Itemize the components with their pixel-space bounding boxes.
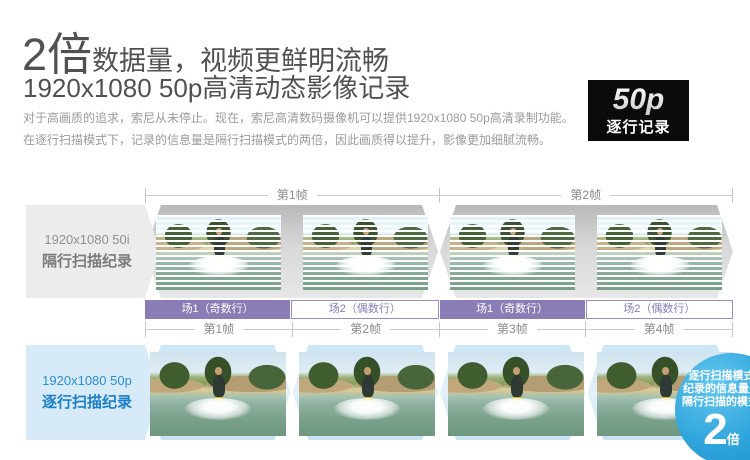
multiplier-number: 2 xyxy=(703,405,726,454)
water-splash xyxy=(483,256,543,276)
video-frame-progressive xyxy=(448,352,584,436)
bracket-frame-1: 第1帧 xyxy=(145,188,440,203)
bracket-label: 第1帧 xyxy=(268,188,317,203)
water-skier xyxy=(362,375,374,398)
bracket-frame-2: 第2帧 xyxy=(439,188,734,203)
bottom-frame-brackets: 第1帧 第2帧 第3帧 第4帧 xyxy=(145,322,733,337)
water-splash xyxy=(189,256,249,276)
water-splash xyxy=(334,398,399,420)
multiplier-badge: 逐行扫描模式 纪录的信息量是 隔行扫描的模式的 2倍 xyxy=(675,353,750,460)
water-skier xyxy=(213,375,225,398)
scene-thumbnail xyxy=(150,352,286,436)
bracket-label: 第2帧 xyxy=(341,322,390,337)
marketing-page: 2倍数据量，视频更鲜明流畅 1920x1080 50p高清动态影像记录 对于高画… xyxy=(0,0,750,460)
scene-thumbnail xyxy=(299,352,435,436)
multiplier-line-2: 纪录的信息量是 xyxy=(682,383,750,396)
scene-thumbnail xyxy=(448,352,584,436)
bracket-label: 第2帧 xyxy=(561,188,610,203)
bracket-frame-4: 第4帧 xyxy=(585,322,733,337)
field-segment-odd: 场1（奇数行） xyxy=(440,300,585,319)
water-splash xyxy=(630,256,690,276)
interlaced-frames xyxy=(156,215,722,290)
video-frame-interlaced xyxy=(597,215,722,290)
progressive-mode: 逐行扫描纪录 xyxy=(42,391,132,412)
scene-thumbnail xyxy=(303,215,428,290)
multiplier-value: 2倍 xyxy=(682,409,750,451)
water-skier xyxy=(655,235,666,255)
page-subtitle: 1920x1080 50p高清动态影像记录 xyxy=(23,68,410,105)
water-skier xyxy=(660,375,672,398)
bracket-label: 第1帧 xyxy=(195,322,244,337)
field-segment-even: 场2（偶数行） xyxy=(586,300,733,319)
top-frame-brackets: 第1帧 第2帧 xyxy=(145,188,733,203)
water-skier xyxy=(214,235,225,255)
video-frame-interlaced xyxy=(156,215,281,290)
scene-thumbnail xyxy=(156,215,281,290)
bracket-label: 第4帧 xyxy=(635,322,684,337)
water-skier xyxy=(511,375,523,398)
interlaced-row-label: 1920x1080 50i 隔行扫描纪录 xyxy=(26,205,160,298)
video-frame-interlaced xyxy=(303,215,428,290)
scene-thumbnail xyxy=(450,215,575,290)
intro-line-2: 在逐行扫描模式下，记录的信息量是隔行扫描模式的两倍，因此画质得以提升，影像更加细… xyxy=(23,129,574,151)
video-frame-progressive xyxy=(150,352,286,436)
50p-badge: 50p 逐行记录 xyxy=(588,80,689,141)
field-segment-even: 场2（偶数行） xyxy=(291,300,438,319)
progressive-frames xyxy=(150,352,733,436)
video-frame-interlaced xyxy=(450,215,575,290)
interlaced-mode: 隔行扫描纪录 xyxy=(42,250,132,271)
intro-paragraph: 对于高画质的追求，索尼从未停止。现在，索尼高清数码摄像机可以提供1920x108… xyxy=(23,107,574,151)
intro-line-1: 对于高画质的追求，索尼从未停止。现在，索尼高清数码摄像机可以提供1920x108… xyxy=(23,107,574,129)
field-band: 场1（奇数行） 场2（偶数行） 场1（奇数行） 场2（偶数行） xyxy=(145,300,733,319)
bracket-frame-3: 第3帧 xyxy=(439,322,587,337)
bracket-frame-1: 第1帧 xyxy=(145,322,293,337)
bracket-label: 第3帧 xyxy=(488,322,537,337)
water-splash xyxy=(336,256,396,276)
50p-badge-title: 50p xyxy=(613,85,665,115)
progressive-resolution: 1920x1080 50p xyxy=(42,373,132,388)
water-splash xyxy=(483,398,548,420)
multiplier-line-1: 逐行扫描模式 xyxy=(682,370,750,383)
multiplier-unit: 倍 xyxy=(727,432,740,447)
video-frame-progressive xyxy=(299,352,435,436)
progressive-row-label: 1920x1080 50p 逐行扫描纪录 xyxy=(26,345,160,440)
scene-thumbnail xyxy=(597,215,722,290)
field-segment-odd: 场1（奇数行） xyxy=(145,300,290,319)
water-splash xyxy=(185,398,250,420)
bracket-frame-2: 第2帧 xyxy=(292,322,440,337)
interlaced-resolution: 1920x1080 50i xyxy=(44,232,129,247)
50p-badge-subtitle: 逐行记录 xyxy=(606,116,670,137)
water-skier xyxy=(361,235,372,255)
water-skier xyxy=(508,235,519,255)
